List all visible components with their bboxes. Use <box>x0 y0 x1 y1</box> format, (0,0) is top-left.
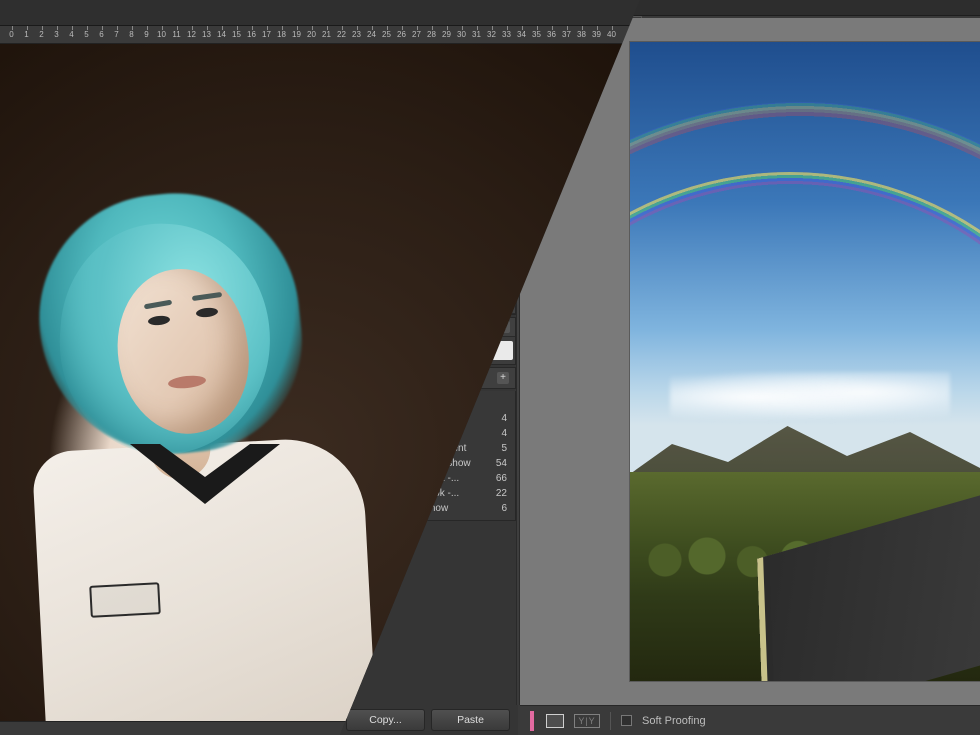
ruler-tick: 35 <box>529 30 544 39</box>
ruler-tick: 36 <box>544 30 559 39</box>
ruler-tick: 9 <box>139 30 154 39</box>
ruler-tick: 26 <box>394 30 409 39</box>
ruler-tick: 2 <box>34 30 49 39</box>
copy-button[interactable]: Copy... <box>346 709 425 731</box>
lightroom-copy-paste-bar: Copy... Paste <box>340 705 516 735</box>
ruler-tick: 0 <box>4 30 19 39</box>
ruler-tick: 12 <box>184 30 199 39</box>
before-after-button[interactable]: Y|Y <box>574 714 600 728</box>
ruler-tick: 38 <box>574 30 589 39</box>
ruler-tick: 22 <box>334 30 349 39</box>
ruler-tick: 28 <box>424 30 439 39</box>
ruler-tick: 17 <box>259 30 274 39</box>
ruler-tick: 19 <box>289 30 304 39</box>
ruler-tick: 11 <box>169 30 184 39</box>
ruler-tick: 16 <box>244 30 259 39</box>
lightroom-toolbar: Y|Y Soft Proofing <box>520 705 980 735</box>
photo-clouds <box>670 372 950 422</box>
ruler-tick: 3 <box>49 30 64 39</box>
ruler-tick: 21 <box>319 30 334 39</box>
soft-proofing-checkbox[interactable] <box>621 715 632 726</box>
ruler-tick: 10 <box>154 30 169 39</box>
ruler-tick: 29 <box>439 30 454 39</box>
ruler-tick: 8 <box>124 30 139 39</box>
ruler-tick: 15 <box>229 30 244 39</box>
collection-count: 6 <box>501 503 507 514</box>
ruler-tick: 30 <box>454 30 469 39</box>
ruler-tick: 24 <box>364 30 379 39</box>
collection-count: 4 <box>501 428 507 439</box>
collection-count: 54 <box>496 458 507 469</box>
ruler-tick: 14 <box>214 30 229 39</box>
ruler-tick: 13 <box>199 30 214 39</box>
toolbar-accent-marker <box>530 711 534 731</box>
ruler-tick: 1 <box>19 30 34 39</box>
ruler-tick: 31 <box>469 30 484 39</box>
ruler-tick: 25 <box>379 30 394 39</box>
ruler-tick: 5 <box>79 30 94 39</box>
ruler-tick: 27 <box>409 30 424 39</box>
ruler-tick: 20 <box>304 30 319 39</box>
ruler-tick: 33 <box>499 30 514 39</box>
ruler-tick: 37 <box>559 30 574 39</box>
collections-add-button[interactable]: + <box>497 372 509 384</box>
collection-count: 22 <box>496 488 507 499</box>
ruler-tick: 4 <box>64 30 79 39</box>
soft-proofing-label: Soft Proofing <box>642 715 706 727</box>
paste-button[interactable]: Paste <box>431 709 510 731</box>
landscape-photo[interactable] <box>630 42 980 681</box>
ruler-tick: 18 <box>274 30 289 39</box>
collection-count: 4 <box>501 413 507 424</box>
ruler-tick: 7 <box>109 30 124 39</box>
ruler-tick: 6 <box>94 30 109 39</box>
collection-count: 5 <box>501 443 507 454</box>
ruler-tick: 23 <box>349 30 364 39</box>
ruler-tick: 40 <box>604 30 619 39</box>
loupe-view-button[interactable] <box>546 714 564 728</box>
collection-count: 66 <box>496 473 507 484</box>
ruler-tick: 34 <box>514 30 529 39</box>
portrait-pocket <box>89 582 161 618</box>
ruler-tick: 39 <box>589 30 604 39</box>
toolbar-separator <box>610 712 611 730</box>
ruler-tick: 32 <box>484 30 499 39</box>
